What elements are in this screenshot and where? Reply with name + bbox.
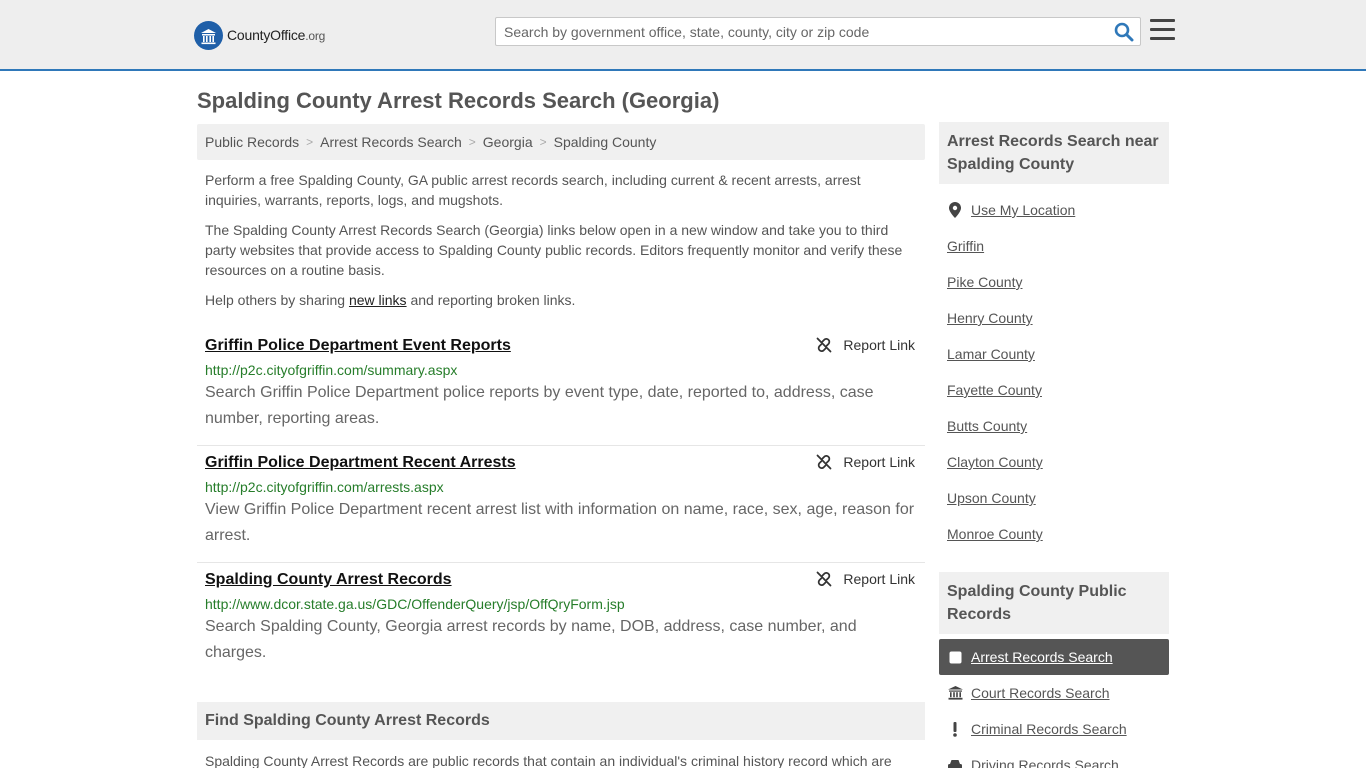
result-description: View Griffin Police Department recent ar… [205,501,915,544]
result-description: Search Spalding County, Georgia arrest r… [205,618,857,661]
sidebar-item-butts-county[interactable]: Butts County [939,408,1169,444]
criminal-records-search-link[interactable]: Criminal Records Search [971,721,1127,737]
menu-bar-icon [1150,37,1175,40]
intro-paragraph: The Spalding County Arrest Records Searc… [205,222,903,278]
search-box [495,17,1141,46]
nearby-link[interactable]: Upson County [947,490,1036,506]
nearby-link[interactable]: Monroe County [947,526,1043,542]
report-link-button[interactable]: Report Link [816,454,915,470]
courthouse-icon [947,686,963,700]
breadcrumb-separator: > [539,135,547,149]
menu-bar-icon [1150,28,1175,31]
sidebar: Arrest Records Search near Spalding Coun… [939,122,1169,768]
new-links-link[interactable]: new links [349,292,407,308]
nearby-link[interactable]: Clayton County [947,454,1043,470]
broken-link-icon [817,571,832,587]
breadcrumb-separator: > [306,135,314,149]
exclamation-icon [947,721,963,737]
share-text: and reporting broken links. [406,292,576,308]
sidebar-nearby-heading: Arrest Records Search near Spalding Coun… [939,122,1169,184]
result-item: Spalding County Arrest Records Report Li… [197,563,925,680]
intro-share-paragraph: Help others by sharing new links and rep… [205,290,917,310]
intro-text: Perform a free Spalding County, GA publi… [197,170,925,310]
map-pin-icon [947,202,963,218]
square-icon [947,651,963,664]
sidebar-item-griffin[interactable]: Griffin [939,228,1169,264]
result-item: Griffin Police Department Recent Arrests… [197,446,925,563]
search-button[interactable] [1114,22,1134,42]
broken-link-icon [817,337,832,353]
sidebar-item-clayton-county[interactable]: Clayton County [939,444,1169,480]
breadcrumb-separator: > [468,135,476,149]
hamburger-menu-button[interactable] [1150,19,1175,42]
result-description: Search Griffin Police Department police … [205,384,874,427]
use-my-location-link[interactable]: Use My Location [971,202,1075,218]
site-header: CountyOffice.org [0,0,1366,71]
search-input[interactable] [496,18,1106,45]
nearby-link[interactable]: Lamar County [947,346,1035,362]
sidebar-item-lamar-county[interactable]: Lamar County [939,336,1169,372]
main-content: Public Records > Arrest Records Search >… [197,124,925,768]
result-url: http://p2c.cityofgriffin.com/arrests.asp… [205,479,444,495]
breadcrumb-arrest-records-search[interactable]: Arrest Records Search [320,134,462,150]
report-link-label: Report Link [843,454,915,470]
page-title: Spalding County Arrest Records Search (G… [197,88,720,113]
result-title-link[interactable]: Griffin Police Department Event Reports [205,337,511,355]
car-icon [947,759,963,768]
result-url: http://www.dcor.state.ga.us/GDC/Offender… [205,596,625,612]
logo-badge-icon [194,20,223,50]
sidebar-item-pike-county[interactable]: Pike County [939,264,1169,300]
menu-bar-icon [1150,19,1175,22]
breadcrumb-spalding-county[interactable]: Spalding County [554,134,657,150]
report-link-label: Report Link [843,571,915,587]
court-records-search-link[interactable]: Court Records Search [971,685,1110,701]
sidebar-item-court-records-search[interactable]: Court Records Search [939,675,1169,711]
sidebar-item-upson-county[interactable]: Upson County [939,480,1169,516]
find-records-text: Spalding County Arrest Records are publi… [205,753,892,768]
sidebar-item-criminal-records-search[interactable]: Criminal Records Search [939,711,1169,747]
logo-text: CountyOffice.org [227,27,325,43]
result-item: Griffin Police Department Event Reports … [197,329,925,446]
sidebar-item-fayette-county[interactable]: Fayette County [939,372,1169,408]
sidebar-item-henry-county[interactable]: Henry County [939,300,1169,336]
intro-paragraph: Perform a free Spalding County, GA publi… [205,172,861,208]
sidebar-item-arrest-records-search[interactable]: Arrest Records Search [939,639,1169,675]
public-records-list: Arrest Records Search Court Records Sear… [939,639,1169,768]
report-link-button[interactable]: Report Link [816,337,915,353]
result-url: http://p2c.cityofgriffin.com/summary.asp… [205,362,458,378]
sidebar-item-driving-records-search[interactable]: Driving Records Search [939,747,1169,768]
arrest-records-search-link[interactable]: Arrest Records Search [971,649,1113,665]
nearby-link[interactable]: Griffin [947,238,984,254]
broken-link-icon [817,454,832,470]
nearby-link[interactable]: Henry County [947,310,1033,326]
driving-records-search-link[interactable]: Driving Records Search [971,757,1119,768]
result-title-link[interactable]: Spalding County Arrest Records [205,571,452,589]
nearby-link[interactable]: Pike County [947,274,1022,290]
share-text: Help others by sharing [205,292,349,308]
sidebar-item-monroe-county[interactable]: Monroe County [939,516,1169,552]
result-title-link[interactable]: Griffin Police Department Recent Arrests [205,454,516,472]
logo-tld: .org [305,29,326,43]
breadcrumb: Public Records > Arrest Records Search >… [197,124,925,160]
nearby-link[interactable]: Butts County [947,418,1027,434]
nearby-list: Use My Location Griffin Pike County Henr… [939,192,1169,552]
nearby-link[interactable]: Fayette County [947,382,1042,398]
logo-brand: CountyOffice [227,27,306,43]
breadcrumb-public-records[interactable]: Public Records [205,134,299,150]
site-logo[interactable]: CountyOffice.org [194,20,325,50]
sidebar-public-records-heading: Spalding County Public Records [939,572,1169,634]
find-records-heading: Find Spalding County Arrest Records [197,702,925,740]
report-link-button[interactable]: Report Link [816,571,915,587]
sidebar-item-use-my-location[interactable]: Use My Location [939,192,1169,228]
breadcrumb-georgia[interactable]: Georgia [483,134,533,150]
search-icon [1114,22,1134,42]
results-list: Griffin Police Department Event Reports … [197,329,925,680]
report-link-label: Report Link [843,337,915,353]
